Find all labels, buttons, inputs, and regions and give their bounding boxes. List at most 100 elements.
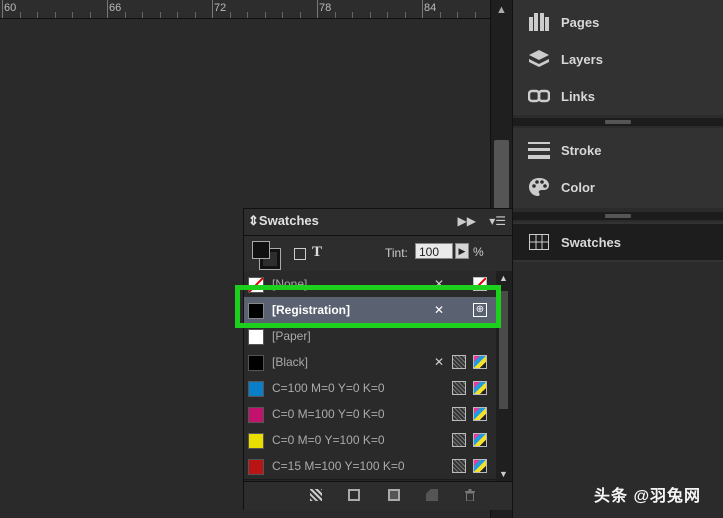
panel-header[interactable]: ⇕Swatches ▶▶ ▾☰: [244, 209, 512, 236]
tint-label: Tint:: [385, 246, 408, 260]
dock-item-links[interactable]: Links: [513, 78, 723, 114]
dock-item-swatches[interactable]: Swatches: [513, 224, 723, 260]
pages-icon: [527, 10, 551, 34]
dock-item-label: Pages: [561, 14, 600, 30]
swatch-name: C=0 M=100 Y=0 K=0: [272, 407, 385, 421]
cmyk-mode-icon: [473, 355, 487, 369]
panel-menu-icon[interactable]: ▾☰: [489, 214, 506, 228]
swatch-row-yellow[interactable]: C=0 M=0 Y=100 K=0: [244, 427, 496, 454]
ruler-minor-tick: [474, 12, 476, 18]
watermark: 头条 @羽兔网: [594, 488, 702, 505]
grip-handle[interactable]: [605, 214, 631, 218]
panel-title: Swatches: [258, 213, 319, 228]
swatch-chip-yellow: [248, 433, 264, 449]
ruler-minor-tick: [37, 12, 38, 18]
swatch-name: C=15 M=100 Y=100 K=0: [272, 459, 405, 473]
ruler-minor-tick: [369, 12, 371, 18]
panel-dock: Pages Layers Links Stroke Color Swatches: [512, 0, 723, 518]
dock-item-pages[interactable]: Pages: [513, 4, 723, 40]
new-swatch-icon[interactable]: [426, 489, 438, 501]
dock-item-label: Color: [561, 179, 595, 195]
swatch-chip-magenta: [248, 407, 264, 423]
dock-item-label: Links: [561, 88, 595, 104]
delete-swatch-icon[interactable]: [464, 489, 476, 501]
dock-item-layers[interactable]: Layers: [513, 41, 723, 77]
show-gradient-swatches-icon[interactable]: [388, 489, 400, 501]
ruler-minor-tick: [177, 12, 178, 18]
swatches-footer: [244, 481, 512, 510]
formatting-container-icon[interactable]: [294, 248, 306, 260]
swatches-panel: ⇕Swatches ▶▶ ▾☰ T Tint: 100 ▶ % [None] ✕: [243, 208, 513, 510]
ruler-label: 72: [214, 2, 227, 14]
ruler-minor-tick: [229, 12, 231, 18]
horizontal-ruler[interactable]: 60 66 72 78 84: [0, 0, 490, 19]
swatch-name: [Paper]: [272, 329, 311, 343]
scroll-down-icon[interactable]: ▼: [499, 469, 508, 479]
ruler-minor-tick: [72, 12, 73, 18]
ruler-minor-tick: [457, 12, 458, 18]
show-all-swatches-icon[interactable]: [310, 489, 322, 501]
grip-handle[interactable]: [605, 120, 631, 124]
ruler-minor-tick: [142, 12, 143, 18]
cmyk-mode-icon: [473, 433, 487, 447]
swatch-row-magenta[interactable]: C=0 M=100 Y=0 K=0: [244, 401, 496, 428]
fill-swatch-icon[interactable]: [252, 241, 270, 259]
dock-item-label: Layers: [561, 51, 603, 67]
ruler-minor-tick: [159, 12, 161, 18]
dock-separator[interactable]: [513, 212, 723, 220]
scroll-up-icon[interactable]: ▲: [496, 4, 507, 16]
fill-stroke-proxy[interactable]: [252, 241, 281, 270]
stroke-icon: [527, 138, 551, 162]
panel-tab-swatches[interactable]: ⇕Swatches: [248, 213, 319, 229]
swatch-row-black[interactable]: [Black] ✕: [244, 349, 496, 376]
swatch-row-cyan[interactable]: C=100 M=0 Y=0 K=0: [244, 375, 496, 402]
dock-item-color[interactable]: Color: [513, 169, 723, 205]
collapse-panel-icon[interactable]: ▶▶: [458, 214, 476, 228]
formatting-text-icon[interactable]: T: [312, 244, 322, 261]
swatches-grid-icon: [527, 230, 551, 254]
ruler-minor-tick: [439, 12, 441, 18]
cmyk-mode-icon: [473, 381, 487, 395]
cmyk-mode-icon: [473, 459, 487, 473]
highlight-box: [235, 285, 501, 328]
tint-unit: %: [473, 245, 484, 259]
ruler-minor-tick: [89, 12, 91, 18]
swatch-chip-red: [248, 459, 264, 475]
swatch-name: C=100 M=0 Y=0 K=0: [272, 381, 385, 395]
ruler-minor-tick: [54, 12, 56, 18]
ruler-minor-tick: [194, 12, 196, 18]
ruler-minor-tick: [282, 12, 283, 18]
ruler-minor-tick: [299, 12, 301, 18]
cmyk-mode-icon: [473, 407, 487, 421]
tint-slider-arrow-icon[interactable]: ▶: [455, 243, 469, 259]
ruler-label: 78: [319, 2, 332, 14]
process-color-icon: [452, 355, 466, 369]
ruler-minor-tick: [334, 12, 336, 18]
ruler-minor-tick: [124, 12, 126, 18]
swatch-name: [Black]: [272, 355, 309, 369]
ruler-label: 84: [424, 2, 437, 14]
scroll-up-icon[interactable]: ▲: [499, 273, 508, 283]
ruler-label: 66: [109, 2, 122, 14]
ruler-minor-tick: [387, 12, 388, 18]
ruler-minor-tick: [404, 12, 406, 18]
links-icon: [527, 84, 551, 108]
dock-group-stroke-color: Stroke Color: [513, 128, 723, 208]
process-color-icon: [452, 459, 466, 473]
show-color-swatches-icon[interactable]: [348, 489, 360, 501]
ruler-minor-tick: [264, 12, 266, 18]
non-editable-icon: ✕: [433, 355, 445, 369]
swatch-name: C=0 M=0 Y=100 K=0: [272, 433, 385, 447]
process-color-icon: [452, 381, 466, 395]
dock-item-stroke[interactable]: Stroke: [513, 132, 723, 168]
tint-input[interactable]: 100: [415, 243, 453, 259]
ruler-minor-tick: [19, 12, 21, 18]
dock-item-label: Stroke: [561, 142, 602, 158]
layers-icon: [527, 47, 551, 71]
swatch-chip-black: [248, 355, 264, 371]
process-color-icon: [452, 433, 466, 447]
swatch-row-red[interactable]: C=15 M=100 Y=100 K=0: [244, 453, 496, 480]
ruler-minor-tick: [247, 12, 248, 18]
swatches-toolbar: T Tint: 100 ▶ %: [244, 236, 512, 272]
dock-separator[interactable]: [513, 118, 723, 126]
